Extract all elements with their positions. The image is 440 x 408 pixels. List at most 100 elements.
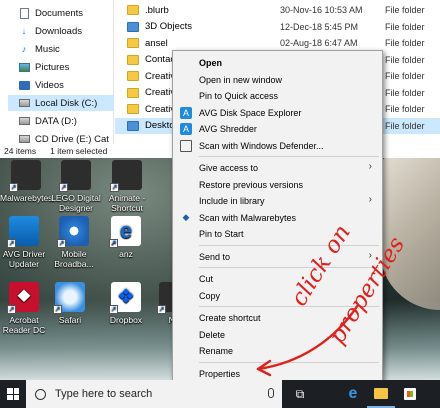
nav-item[interactable]: ↓ Downloads [18,23,82,39]
file-row[interactable]: 3D Objects 12-Dec-18 5:45 PM File folder [115,19,440,35]
file-name: .blurb [145,4,169,16]
menu-item-label: Pin to Start [199,229,244,239]
folder-icon [127,21,139,32]
file-explorer-button[interactable] [367,380,395,408]
desktop-shortcut[interactable]: ↗ Mobile Broadba... [48,216,100,269]
file-date: 30-Nov-16 10:53 AM [280,5,363,15]
edge-button[interactable]: e [339,380,367,408]
store-icon [404,388,416,400]
desktop-shortcut[interactable]: ↗ LEGO Digital Designer [50,160,102,213]
item-count: 24 items [4,146,37,156]
folder-icon [127,104,139,114]
nav-icon-slot [18,7,30,19]
menu-item-label: Rename [199,346,234,356]
desktop-shortcut-label: Acrobat Reader DC [2,315,46,335]
nav-item-label: Pictures [35,61,70,73]
menu-item-label: Copy [199,290,221,301]
desktop-shortcut[interactable]: ⯁ ↗ Acrobat Reader DC [0,282,50,335]
desktop-shortcut[interactable]: ↗ AVG Driver Updater [0,216,50,269]
file-type: File folder [385,120,425,131]
anz-app-icon: e ↗ [109,216,141,248]
nav-icon-slot [18,61,30,73]
menu-item[interactable]: ◆ Scan with Malwarebytes [173,210,382,226]
shortcut-arrow-icon: ↗ [110,183,119,192]
menu-item-label: Open in new window [199,74,283,85]
desktop-shortcut[interactable]: ↗ Safari [44,282,96,325]
handwritten-annotation: click on properties [240,220,410,380]
shortcut-arrow-icon: ↗ [9,183,18,192]
menu-item[interactable]: A AVG Shredder [173,121,382,137]
nav-item-label: Music [35,43,60,55]
cd-drive-icon [18,135,30,143]
nav-icon-slot [18,97,30,109]
task-view-icon: ⧉ [295,386,305,401]
file-explorer-icon [374,387,388,399]
nav-item[interactable]: ♪ Music [18,41,60,57]
avg-icon: A [180,106,192,119]
nav-icon-slot [18,79,30,91]
desktop-shortcut[interactable]: ↗ Animate - Shortcut [101,160,153,213]
nav-item[interactable]: Pictures [18,59,69,75]
menu-item[interactable]: Restore previous versions [173,177,382,193]
desktop-shortcut-label: AVG Driver Updater [2,249,46,269]
menu-item-label: Properties [199,368,241,379]
folder-icon [127,38,139,48]
desktop-shortcut-label: Safari [58,315,82,325]
file-row[interactable]: ansel 02-Aug-18 6:47 AM File folder [115,35,440,51]
shortcut-arrow-icon: ↗ [53,305,62,314]
dark-app-icon: ↗ [110,160,142,192]
malwarebytes-icon: ◆ [182,212,190,222]
folder-icon [127,120,139,131]
nav-item[interactable]: Documents [18,5,83,21]
folder-icon [127,5,139,15]
nav-icon-slot [18,115,30,127]
desktop-shortcut[interactable]: ❖ ↗ Dropbox [100,282,152,325]
nav-item[interactable]: Videos [18,77,64,93]
menu-item[interactable]: Pin to Quick access [173,88,382,104]
nav-item[interactable]: DATA (D:) [18,113,77,129]
menu-separator [199,156,379,157]
desktop-shortcut[interactable]: ↗ Malwarebytes [0,160,52,203]
folder-icon [127,71,139,81]
nav-item-label: Downloads [35,25,82,37]
edge-icon: e [348,385,358,402]
store-button[interactable] [396,380,424,408]
menu-item-label: Cut [199,274,214,284]
dropbox-app-icon: ❖ ↗ [109,282,141,314]
menu-item-label: AVG Shredder [199,124,257,134]
start-button[interactable] [0,380,26,408]
taskbar: Type here to search ⧉ e [0,380,440,408]
folder-icon [127,87,139,98]
menu-item[interactable]: Include in library › [173,193,382,209]
menu-item[interactable]: Give access to › [173,160,382,176]
nav-item[interactable]: Local Disk (C:) [8,95,114,111]
microphone-icon[interactable] [268,388,274,398]
dark-app-icon: ↗ [59,160,91,192]
taskbar-search-box[interactable]: Type here to search [26,380,282,408]
menu-item[interactable]: Scan with Windows Defender... [173,138,382,154]
search-placeholder: Type here to search [55,388,153,400]
desktop-shortcut[interactable]: e ↗ anz [100,216,152,259]
menu-item-label: Open [199,58,223,68]
windows-logo-icon [7,388,19,400]
submenu-arrow-icon: › [368,161,372,172]
menu-item[interactable]: Open in new window [173,72,382,88]
file-row[interactable]: .blurb 30-Nov-16 10:53 AM File folder [115,2,440,18]
shortcut-arrow-icon: ↗ [109,239,118,248]
file-type: File folder [385,54,425,65]
shortcut-arrow-icon: ↗ [59,183,68,192]
menu-item[interactable]: A AVG Disk Space Explorer [173,105,382,121]
desktop-shortcut-label: anz [119,249,133,259]
menu-item-label: Include in library [199,196,265,206]
menu-item-label: Delete [199,329,226,340]
file-type: File folder [385,87,425,98]
avg-icon: A [180,123,192,135]
nav-item-label: CD Drive (E:) Cat [35,133,109,145]
navigation-pane: Documents ↓ Downloads ♪ Music Pictures Videos L… [0,0,114,145]
task-view-button[interactable]: ⧉ [286,380,314,408]
desktop-shortcut-label: LEGO Digital Designer [51,193,101,213]
menu-item[interactable]: Open [173,55,382,71]
avg-app-icon: ↗ [7,216,39,248]
videos-icon [18,80,30,90]
disk-icon [18,117,30,125]
